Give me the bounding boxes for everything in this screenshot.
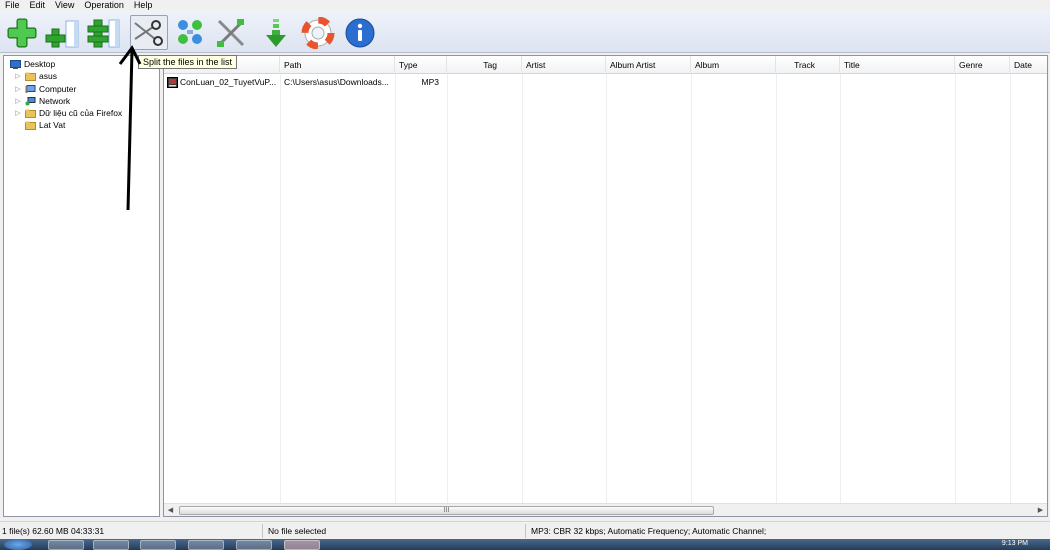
network-icon [25, 96, 36, 105]
column-header-path[interactable]: Path [280, 56, 395, 74]
taskbar-clock: 9:13 PM [1001, 540, 1028, 547]
add-files-button[interactable] [3, 15, 41, 50]
expand-arrow-icon[interactable]: ▷ [14, 109, 22, 117]
tree-item-firefox-data[interactable]: ▷ Dữ liệu cũ của Firefox [14, 107, 122, 119]
expand-arrow-icon[interactable]: ▷ [14, 85, 22, 93]
tree-item-lat-vat[interactable]: Lat Vat [25, 119, 65, 131]
add-folder-button[interactable] [43, 15, 81, 50]
annotation-arrow [118, 45, 142, 211]
download-arrow-icon [266, 18, 286, 47]
help-button[interactable] [299, 15, 337, 50]
desktop-icon [10, 59, 21, 69]
taskbar-button[interactable] [140, 540, 176, 550]
folder-icon [25, 72, 36, 81]
menu-operation[interactable]: Operation [84, 0, 124, 11]
menu-help[interactable]: Help [134, 0, 153, 11]
table-row[interactable]: ConLuan_02_TuyetVuP... C:\Users\asus\Dow… [164, 76, 1047, 89]
tools-icon [217, 18, 245, 47]
menu-edit[interactable]: Edit [30, 0, 46, 11]
start-orb-icon[interactable] [4, 539, 32, 550]
list-header: Path Type Tag Artist Album Artist Album … [164, 56, 1047, 74]
merge-files-button[interactable] [172, 15, 210, 50]
taskbar-button[interactable] [236, 540, 272, 550]
add-folder-icon [45, 20, 79, 47]
folder-icon [25, 121, 36, 130]
column-header-album-artist[interactable]: Album Artist [606, 56, 691, 74]
toolbar [0, 11, 1050, 53]
tree-item-asus[interactable]: ▷ asus [14, 70, 57, 82]
menu-view[interactable]: View [55, 0, 74, 11]
scroll-right-icon[interactable]: ▶ [1034, 504, 1047, 516]
tree-item-computer[interactable]: ▷ Computer [14, 83, 76, 95]
audio-file-icon [167, 77, 178, 88]
windows-taskbar: 9:13 PM [0, 539, 1050, 550]
lifebuoy-icon [301, 16, 335, 49]
plus-icon [7, 18, 37, 47]
status-bar: 1 file(s) 62.60 MB 04:33:31 No file sele… [0, 521, 1050, 539]
column-header-album[interactable]: Album [691, 56, 776, 74]
tree-item-network[interactable]: ▷ Network [14, 95, 70, 107]
column-header-title[interactable]: Title [840, 56, 955, 74]
menu-bar: File Edit View Operation Help [0, 0, 1050, 11]
column-header-genre[interactable]: Genre [955, 56, 1010, 74]
info-icon [345, 18, 375, 47]
tree-item-desktop[interactable]: Desktop [10, 58, 55, 70]
grid-balls-icon [178, 19, 202, 44]
file-type-cell: MP3 [421, 77, 439, 87]
column-header-date[interactable]: Date [1010, 56, 1047, 74]
horizontal-scrollbar[interactable]: ◀ III ▶ [164, 503, 1047, 516]
menu-file[interactable]: File [5, 0, 20, 11]
column-header-artist[interactable]: Artist [522, 56, 606, 74]
scroll-thumb[interactable]: III [179, 506, 714, 515]
computer-icon [25, 84, 36, 93]
status-summary: 1 file(s) 62.60 MB 04:33:31 [2, 526, 105, 536]
taskbar-button[interactable] [48, 540, 84, 550]
scroll-left-icon[interactable]: ◀ [164, 504, 177, 516]
taskbar-button[interactable] [188, 540, 224, 550]
taskbar-button[interactable] [93, 540, 129, 550]
column-header-tag[interactable]: Tag [447, 56, 522, 74]
expand-arrow-icon[interactable]: ▷ [14, 72, 22, 80]
download-button[interactable] [257, 15, 295, 50]
column-header-track[interactable]: Track [776, 56, 840, 74]
file-path-cell: C:\Users\asus\Downloads... [284, 77, 389, 87]
split-tooltip: Split the files in the list [138, 55, 238, 69]
folder-icon [25, 109, 36, 118]
expand-arrow-icon[interactable]: ▷ [14, 97, 22, 105]
status-format: MP3: CBR 32 kbps; Automatic Frequency; A… [531, 526, 767, 536]
file-list[interactable]: Path Type Tag Artist Album Artist Album … [163, 55, 1048, 517]
status-selection: No file selected [268, 526, 327, 536]
file-name-cell: ConLuan_02_TuyetVuP... [180, 77, 277, 87]
taskbar-button[interactable] [284, 540, 320, 550]
about-button[interactable] [341, 15, 379, 50]
tools-button[interactable] [212, 15, 250, 50]
column-header-type[interactable]: Type [395, 56, 447, 74]
